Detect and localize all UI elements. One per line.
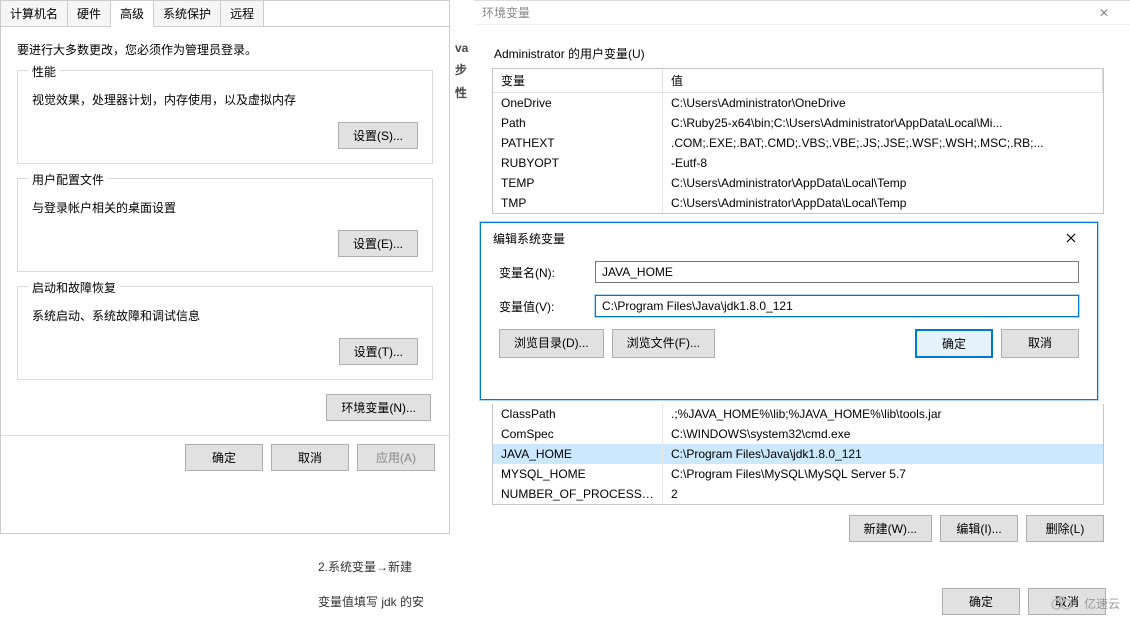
var-value: .;%JAVA_HOME%\lib;%JAVA_HOME%\lib\tools.… [663,404,1103,424]
var-name: OneDrive [493,93,663,113]
startup-recovery-desc: 系统启动、系统故障和调试信息 [32,307,418,324]
var-value-input[interactable] [595,295,1079,317]
user-profile-desc: 与登录帐户相关的桌面设置 [32,199,418,216]
envvars-ok-button[interactable]: 确定 [942,588,1020,615]
cloud-icon [1046,593,1080,613]
table-row[interactable]: ComSpecC:\WINDOWS\system32\cmd.exe [493,424,1103,444]
sysprops-ok-button[interactable]: 确定 [185,444,263,471]
var-value: C:\Users\Administrator\AppData\Local\Tem… [663,193,1103,213]
tab-advanced[interactable]: 高级 [111,1,154,27]
user-vars-table[interactable]: 变量 值 OneDriveC:\Users\Administrator\OneD… [492,68,1104,214]
var-value: C:\Users\Administrator\OneDrive [663,93,1103,113]
browse-file-button[interactable]: 浏览文件(F)... [612,329,715,358]
sysvar-delete-button[interactable]: 删除(L) [1026,515,1104,542]
watermark-text: 亿速云 [1084,595,1120,612]
tab-remote[interactable]: 远程 [221,1,264,26]
browse-directory-button[interactable]: 浏览目录(D)... [499,329,604,358]
sysprops-tabs: 计算机名 硬件 高级 系统保护 远程 [1,1,449,27]
editvar-close-button[interactable] [1053,225,1089,251]
var-name: ComSpec [493,424,663,444]
sysvar-new-button[interactable]: 新建(W)... [849,515,932,542]
table-row[interactable]: PATHEXT.COM;.EXE;.BAT;.CMD;.VBS;.VBE;.JS… [493,133,1103,153]
table-row[interactable]: PathC:\Ruby25-x64\bin;C:\Users\Administr… [493,113,1103,133]
table-row[interactable]: MYSQL_HOMEC:\Program Files\MySQL\MySQL S… [493,464,1103,484]
envvars-title: 环境变量 [482,4,530,21]
editvar-title: 编辑系统变量 [493,230,565,247]
sysvar-edit-button[interactable]: 编辑(I)... [940,515,1018,542]
col-value-header[interactable]: 值 [663,69,1103,92]
col-name-header[interactable]: 变量 [493,69,663,92]
var-value: C:\WINDOWS\system32\cmd.exe [663,424,1103,444]
sysprops-cancel-button[interactable]: 取消 [271,444,349,471]
table-row[interactable]: NUMBER_OF_PROCESSORS2 [493,484,1103,504]
var-value: 2 [663,484,1103,504]
var-value: .COM;.EXE;.BAT;.CMD;.VBS;.VBE;.JS;.JSE;.… [663,133,1103,153]
var-value: C:\Users\Administrator\AppData\Local\Tem… [663,173,1103,193]
system-properties-dialog: 计算机名 硬件 高级 系统保护 远程 要进行大多数更改，您必须作为管理员登录。 … [0,0,450,534]
startup-recovery-legend: 启动和故障恢复 [28,279,120,296]
var-name: Path [493,113,663,133]
close-icon [1066,233,1076,243]
system-vars-table[interactable]: ClassPath.;%JAVA_HOME%\lib;%JAVA_HOME%\l… [492,404,1104,505]
table-row[interactable]: RUBYOPT-Eutf-8 [493,153,1103,173]
admin-note: 要进行大多数更改，您必须作为管理员登录。 [17,41,433,58]
user-profile-settings-button[interactable]: 设置(E)... [338,230,418,257]
table-row[interactable]: TMPC:\Users\Administrator\AppData\Local\… [493,193,1103,213]
user-vars-label: Administrator 的用户变量(U) [494,45,1112,62]
var-value: C:\Program Files\MySQL\MySQL Server 5.7 [663,464,1103,484]
performance-settings-button[interactable]: 设置(S)... [338,122,418,149]
watermark-logo: 亿速云 [1046,593,1120,613]
var-name: RUBYOPT [493,153,663,173]
performance-group: 性能 视觉效果，处理器计划，内存使用，以及虚拟内存 设置(S)... [17,70,433,164]
table-row[interactable]: JAVA_HOMEC:\Program Files\Java\jdk1.8.0_… [493,444,1103,464]
envvars-close-button[interactable]: ✕ [1086,6,1122,20]
editvar-ok-button[interactable]: 确定 [915,329,993,358]
table-row[interactable]: TEMPC:\Users\Administrator\AppData\Local… [493,173,1103,193]
table-row[interactable]: OneDriveC:\Users\Administrator\OneDrive [493,93,1103,113]
tab-system-protection[interactable]: 系统保护 [154,1,221,26]
environment-variables-button[interactable]: 环境变量(N)... [326,394,431,421]
var-name: JAVA_HOME [493,444,663,464]
var-name: ClassPath [493,404,663,424]
var-value: C:\Ruby25-x64\bin;C:\Users\Administrator… [663,113,1103,133]
var-value-label: 变量值(V): [499,298,595,315]
performance-desc: 视觉效果，处理器计划，内存使用，以及虚拟内存 [32,91,418,108]
user-profile-legend: 用户配置文件 [28,171,108,188]
var-name-label: 变量名(N): [499,264,595,281]
article-text: 2.系统变量→新建 变量值填写 jdk 的安 [318,553,424,623]
var-name-input[interactable] [595,261,1079,283]
var-name: TEMP [493,173,663,193]
var-name: NUMBER_OF_PROCESSORS [493,484,663,504]
var-name: MYSQL_HOME [493,464,663,484]
user-profile-group: 用户配置文件 与登录帐户相关的桌面设置 设置(E)... [17,178,433,272]
tab-computer-name[interactable]: 计算机名 [1,1,68,26]
tab-hardware[interactable]: 硬件 [68,1,111,26]
sysprops-apply-button[interactable]: 应用(A) [357,444,435,471]
editvar-cancel-button[interactable]: 取消 [1001,329,1079,358]
var-name: PATHEXT [493,133,663,153]
var-name: TMP [493,193,663,213]
table-row[interactable]: ClassPath.;%JAVA_HOME%\lib;%JAVA_HOME%\l… [493,404,1103,424]
var-value: C:\Program Files\Java\jdk1.8.0_121 [663,444,1103,464]
var-value: -Eutf-8 [663,153,1103,173]
edit-system-variable-dialog: 编辑系统变量 变量名(N): 变量值(V): 浏览目录(D)... 浏览文件(F… [480,222,1098,400]
startup-recovery-settings-button[interactable]: 设置(T)... [339,338,418,365]
startup-recovery-group: 启动和故障恢复 系统启动、系统故障和调试信息 设置(T)... [17,286,433,380]
performance-legend: 性能 [28,63,60,80]
